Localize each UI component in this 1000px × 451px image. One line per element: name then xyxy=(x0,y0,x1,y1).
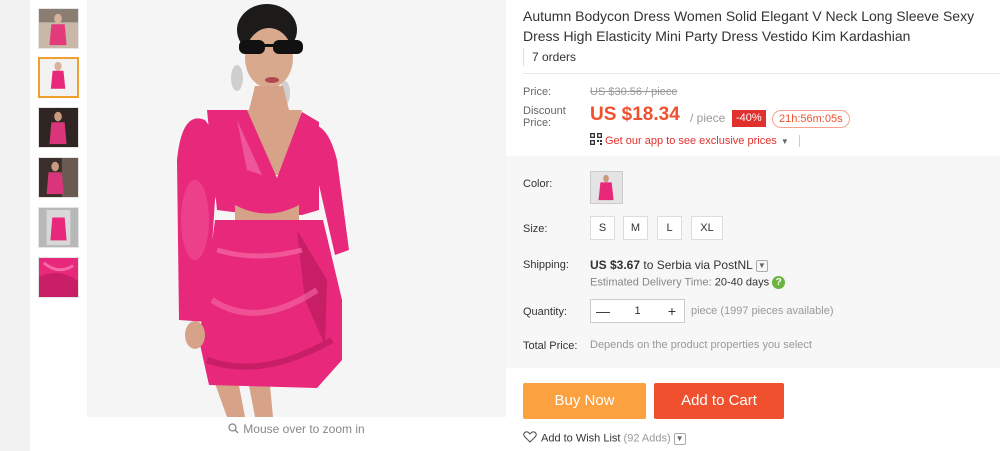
color-label: Color: xyxy=(523,178,553,190)
discount-badge: -40% xyxy=(732,110,766,127)
quantity-input[interactable]: 1 xyxy=(615,300,660,322)
orders-count: 7 orders xyxy=(523,48,576,66)
shipping-info[interactable]: US $3.67 to Serbia via PostNL ▼ xyxy=(590,258,768,272)
thumbnail-2[interactable] xyxy=(38,57,79,98)
chevron-down-icon[interactable]: ▼ xyxy=(755,259,768,272)
size-option-s[interactable]: S xyxy=(590,216,615,240)
increase-quantity-button[interactable]: + xyxy=(660,300,684,322)
delivery-days: 20-40 days xyxy=(714,276,770,289)
shipping-destination: to Serbia via PostNL xyxy=(643,258,753,272)
thumbnail-strip xyxy=(30,0,87,451)
thumbnail-6[interactable] xyxy=(38,257,79,298)
thumbnail-3[interactable] xyxy=(38,107,79,148)
thumbnail-4[interactable] xyxy=(38,157,79,198)
wishlist-label: Add to Wish List xyxy=(541,432,621,445)
size-label: Size: xyxy=(523,223,548,235)
left-gutter xyxy=(0,0,30,451)
chevron-down-icon: ▼ xyxy=(780,136,789,146)
help-icon[interactable]: ? xyxy=(772,276,786,289)
size-option-m[interactable]: M xyxy=(623,216,648,240)
divider xyxy=(523,73,1000,74)
shipping-label: Shipping: xyxy=(523,259,569,271)
delivery-estimate: Estimated Delivery Time: 20-40 days? xyxy=(590,276,786,289)
discount-price-label: Discount Price: xyxy=(523,105,566,129)
countdown-timer: 21h:56m:05s xyxy=(772,110,850,128)
add-to-wishlist-button[interactable]: Add to Wish List (92 Adds) ▼ xyxy=(523,431,686,446)
zoom-hint: Mouse over to zoom in xyxy=(87,420,506,439)
shipping-cost: US $3.67 xyxy=(590,258,641,272)
thumbnail-5[interactable] xyxy=(38,207,79,248)
thumbnail-1[interactable] xyxy=(38,8,79,49)
total-price-value: Depends on the product properties you se… xyxy=(590,339,812,351)
app-promo-link[interactable]: Get our app to see exclusive prices ▼ xyxy=(590,133,800,149)
product-title: Autumn Bodycon Dress Women Solid Elegant… xyxy=(523,8,975,44)
divider xyxy=(798,135,800,147)
product-main-image[interactable] xyxy=(87,0,506,417)
delivery-estimate-label: Estimated Delivery Time: xyxy=(590,276,712,289)
price-label: Price: xyxy=(523,86,552,98)
size-option-l[interactable]: L xyxy=(657,216,682,240)
wishlist-count: (92 Adds) xyxy=(623,432,671,445)
quantity-available: piece (1997 pieces available) xyxy=(691,305,834,317)
app-promo-text: Get our app to see exclusive prices xyxy=(605,134,777,147)
qr-code-icon xyxy=(590,133,602,149)
chevron-down-icon[interactable]: ▼ xyxy=(673,432,686,445)
current-price: US $18.34 xyxy=(590,104,680,125)
size-option-xl[interactable]: XL xyxy=(691,216,723,240)
per-piece-label: / piece xyxy=(690,111,726,125)
quantity-label: Quantity: xyxy=(523,306,568,318)
buy-now-button[interactable]: Buy Now xyxy=(523,383,646,419)
decrease-quantity-button[interactable]: — xyxy=(591,300,615,322)
magnifier-icon xyxy=(228,421,239,439)
zoom-hint-text: Mouse over to zoom in xyxy=(243,422,365,436)
original-price: US $30.56 / piece xyxy=(590,86,678,98)
quantity-stepper: — 1 + xyxy=(590,299,685,323)
add-to-cart-button[interactable]: Add to Cart xyxy=(654,383,784,419)
product-info-panel: Autumn Bodycon Dress Women Solid Elegant… xyxy=(506,0,1000,451)
color-swatch[interactable] xyxy=(590,171,623,204)
total-price-label: Total Price: xyxy=(523,340,578,352)
heart-icon xyxy=(523,431,537,446)
